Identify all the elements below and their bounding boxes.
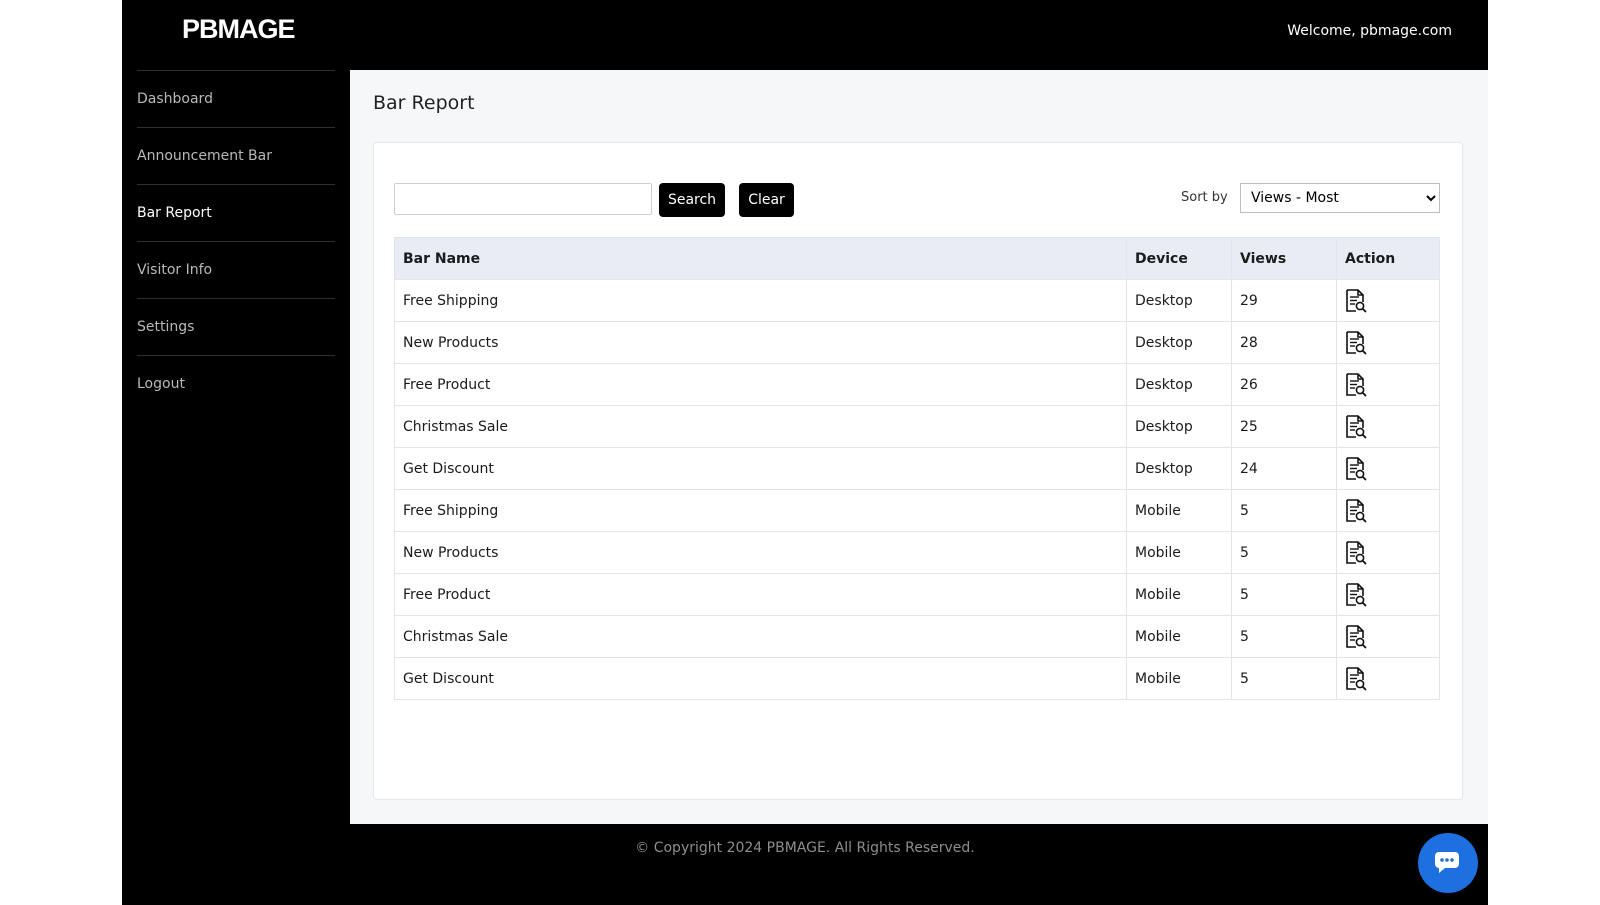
sidebar-item-bar-report[interactable]: Bar Report xyxy=(137,184,335,241)
cell-bar-name: Get Discount xyxy=(394,657,1127,700)
table-header-row: Bar Name Device Views Action xyxy=(394,237,1440,280)
report-view-icon[interactable] xyxy=(1345,456,1367,481)
sidebar-item-announcement-bar[interactable]: Announcement Bar xyxy=(137,127,335,184)
sort-select[interactable]: Views - Most xyxy=(1240,183,1440,213)
cell-views: 25 xyxy=(1231,405,1337,448)
cell-device: Mobile xyxy=(1126,573,1232,616)
chat-icon xyxy=(1435,852,1459,873)
report-view-icon[interactable] xyxy=(1345,666,1367,691)
column-header-device: Device xyxy=(1126,237,1232,280)
footer-copyright: © Copyright 2024 PBMAGE. All Rights Rese… xyxy=(635,840,975,856)
cell-views: 28 xyxy=(1231,321,1337,364)
cell-views: 5 xyxy=(1231,489,1337,532)
sidebar-item-visitor-info[interactable]: Visitor Info xyxy=(137,241,335,298)
search-button[interactable]: Search xyxy=(659,183,725,217)
page-title: Bar Report xyxy=(373,92,475,114)
logo: PBMAGE xyxy=(182,14,296,44)
cell-views: 26 xyxy=(1231,363,1337,406)
cell-action xyxy=(1336,531,1440,574)
chat-button[interactable] xyxy=(1418,833,1478,893)
sort-label: Sort by xyxy=(1181,190,1228,205)
sidebar: Dashboard Announcement Bar Bar Report Vi… xyxy=(137,70,335,412)
table-row: Free Product Mobile 5 xyxy=(394,573,1440,616)
cell-device: Desktop xyxy=(1126,447,1232,490)
table-row: Get Discount Desktop 24 xyxy=(394,447,1440,490)
cell-device: Desktop xyxy=(1126,363,1232,406)
report-view-icon[interactable] xyxy=(1345,330,1367,355)
report-view-icon[interactable] xyxy=(1345,624,1367,649)
cell-bar-name: New Products xyxy=(394,531,1127,574)
cell-action xyxy=(1336,321,1440,364)
sidebar-item-label: Settings xyxy=(137,319,195,335)
sidebar-item-logout[interactable]: Logout xyxy=(137,355,335,412)
report-table: Bar Name Device Views Action Free Shippi… xyxy=(394,237,1440,700)
sidebar-item-label: Announcement Bar xyxy=(137,148,272,164)
cell-bar-name: Free Product xyxy=(394,363,1127,406)
cell-device: Mobile xyxy=(1126,615,1232,658)
cell-action xyxy=(1336,363,1440,406)
table-row: New Products Mobile 5 xyxy=(394,531,1440,574)
clear-button[interactable]: Clear xyxy=(739,183,794,217)
report-view-icon[interactable] xyxy=(1345,540,1367,565)
cell-device: Desktop xyxy=(1126,321,1232,364)
column-header-views: Views xyxy=(1231,237,1337,280)
report-table-body: Free Shipping Desktop 29 New Products Deskto… xyxy=(394,279,1440,700)
report-card: Search Clear Sort by Views - Most Bar Na… xyxy=(373,142,1463,800)
report-view-icon[interactable] xyxy=(1345,372,1367,397)
cell-bar-name: Get Discount xyxy=(394,447,1127,490)
cell-device: Desktop xyxy=(1126,405,1232,448)
cell-bar-name: Free Product xyxy=(394,573,1127,616)
report-view-icon[interactable] xyxy=(1345,498,1367,523)
table-row: Free Shipping Mobile 5 xyxy=(394,489,1440,532)
column-header-bar-name: Bar Name xyxy=(394,237,1127,280)
cell-action xyxy=(1336,657,1440,700)
cell-views: 5 xyxy=(1231,657,1337,700)
welcome-text: Welcome, pbmage.com xyxy=(1287,23,1452,39)
table-row: Free Product Desktop 26 xyxy=(394,363,1440,406)
cell-views: 5 xyxy=(1231,573,1337,616)
cell-bar-name: New Products xyxy=(394,321,1127,364)
sidebar-item-dashboard[interactable]: Dashboard xyxy=(137,70,335,127)
cell-device: Mobile xyxy=(1126,531,1232,574)
report-view-icon[interactable] xyxy=(1345,414,1367,439)
cell-device: Mobile xyxy=(1126,489,1232,532)
cell-device: Mobile xyxy=(1126,657,1232,700)
cell-action xyxy=(1336,615,1440,658)
table-row: Christmas Sale Mobile 5 xyxy=(394,615,1440,658)
table-row: Free Shipping Desktop 29 xyxy=(394,279,1440,322)
table-row: Christmas Sale Desktop 25 xyxy=(394,405,1440,448)
cell-action xyxy=(1336,489,1440,532)
report-view-icon[interactable] xyxy=(1345,582,1367,607)
app-frame: PBMAGE Welcome, pbmage.com Dashboard Ann… xyxy=(122,0,1488,905)
cell-views: 5 xyxy=(1231,531,1337,574)
cell-views: 29 xyxy=(1231,279,1337,322)
cell-bar-name: Free Shipping xyxy=(394,489,1127,532)
table-row: New Products Desktop 28 xyxy=(394,321,1440,364)
sidebar-item-label: Visitor Info xyxy=(137,262,213,278)
cell-bar-name: Christmas Sale xyxy=(394,615,1127,658)
cell-action xyxy=(1336,405,1440,448)
cell-device: Desktop xyxy=(1126,279,1232,322)
report-view-icon[interactable] xyxy=(1345,288,1367,313)
cell-views: 24 xyxy=(1231,447,1337,490)
sidebar-item-label: Dashboard xyxy=(137,91,213,107)
cell-action xyxy=(1336,573,1440,616)
column-header-action: Action xyxy=(1336,237,1440,280)
cell-action xyxy=(1336,447,1440,490)
cell-bar-name: Christmas Sale xyxy=(394,405,1127,448)
cell-action xyxy=(1336,279,1440,322)
main-content: Bar Report Search Clear Sort by Views - … xyxy=(350,70,1488,824)
table-row: Get Discount Mobile 5 xyxy=(394,657,1440,700)
cell-views: 5 xyxy=(1231,615,1337,658)
sidebar-item-label: Bar Report xyxy=(137,205,212,221)
sidebar-item-label: Logout xyxy=(137,376,185,392)
sidebar-item-settings[interactable]: Settings xyxy=(137,298,335,355)
cell-bar-name: Free Shipping xyxy=(394,279,1127,322)
search-input[interactable] xyxy=(394,183,652,215)
